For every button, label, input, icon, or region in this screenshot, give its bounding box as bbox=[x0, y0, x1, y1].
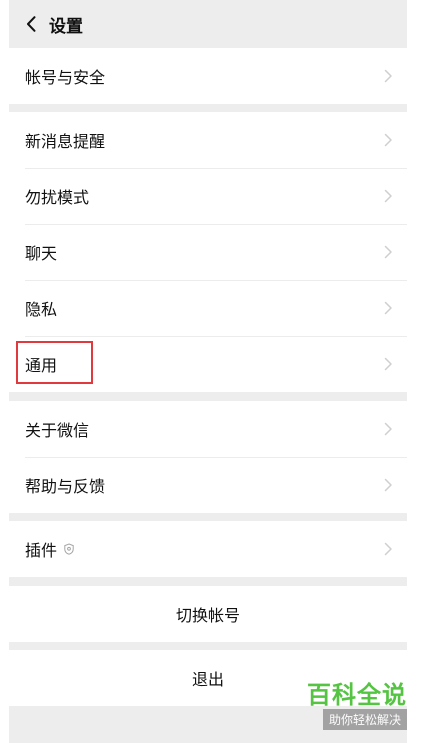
settings-item-label: 新消息提醒 bbox=[25, 132, 106, 151]
watermark-title: 百科全说 bbox=[307, 681, 407, 709]
settings-item-help-feedback[interactable]: 帮助与反馈 bbox=[9, 457, 407, 513]
settings-item-privacy[interactable]: 隐私 bbox=[9, 280, 407, 336]
settings-group-plugins: 插件 bbox=[9, 521, 407, 577]
chevron-right-icon bbox=[384, 69, 392, 83]
settings-item-label: 聊天 bbox=[25, 244, 58, 263]
settings-screen: 设置 帐号与安全 新消息提醒 勿扰模式 聊天 隐私 通用 关于微信 帮助与反馈 … bbox=[9, 0, 407, 743]
settings-group-account: 帐号与安全 bbox=[9, 48, 407, 104]
switch-account-button[interactable]: 切换帐号 bbox=[9, 586, 407, 642]
watermark: 百科全说 助你轻松解决 bbox=[291, 683, 407, 733]
top-navigation-bar: 设置 bbox=[9, 0, 407, 48]
group-separator bbox=[9, 513, 407, 521]
chevron-right-icon bbox=[384, 301, 392, 315]
plugin-badge-icon bbox=[63, 543, 75, 555]
switch-account-label: 切换帐号 bbox=[175, 606, 240, 625]
settings-item-general[interactable]: 通用 bbox=[9, 336, 407, 392]
group-separator bbox=[9, 104, 407, 112]
group-separator bbox=[9, 577, 407, 586]
back-button[interactable] bbox=[21, 14, 41, 34]
settings-group-preferences: 新消息提醒 勿扰模式 聊天 隐私 通用 bbox=[9, 112, 407, 392]
chevron-right-icon bbox=[384, 189, 392, 203]
settings-item-label: 关于微信 bbox=[25, 421, 90, 440]
page-title: 设置 bbox=[49, 16, 83, 37]
chevron-right-icon bbox=[384, 245, 392, 259]
settings-group-about: 关于微信 帮助与反馈 bbox=[9, 401, 407, 513]
group-separator bbox=[9, 392, 407, 401]
chevron-right-icon bbox=[384, 422, 392, 436]
settings-item-about-wechat[interactable]: 关于微信 bbox=[9, 401, 407, 457]
settings-item-account-security[interactable]: 帐号与安全 bbox=[9, 48, 407, 104]
watermark-subtitle: 助你轻松解决 bbox=[322, 709, 407, 730]
settings-item-label: 勿扰模式 bbox=[25, 188, 90, 207]
chevron-right-icon bbox=[384, 133, 392, 147]
group-separator bbox=[9, 642, 407, 650]
chevron-right-icon bbox=[384, 478, 392, 492]
settings-item-plugins[interactable]: 插件 bbox=[9, 521, 407, 577]
settings-item-label: 帮助与反馈 bbox=[25, 477, 106, 496]
settings-item-new-message-notification[interactable]: 新消息提醒 bbox=[9, 112, 407, 168]
settings-item-label: 帐号与安全 bbox=[25, 68, 106, 87]
chevron-right-icon bbox=[384, 542, 392, 556]
chevron-right-icon bbox=[384, 357, 392, 371]
settings-item-label: 隐私 bbox=[25, 300, 58, 319]
settings-item-label: 插件 bbox=[25, 541, 58, 560]
settings-item-chat[interactable]: 聊天 bbox=[9, 224, 407, 280]
settings-item-label: 通用 bbox=[25, 356, 58, 375]
settings-item-do-not-disturb[interactable]: 勿扰模式 bbox=[9, 168, 407, 224]
logout-label: 退出 bbox=[191, 670, 224, 689]
chevron-left-icon bbox=[27, 16, 36, 32]
